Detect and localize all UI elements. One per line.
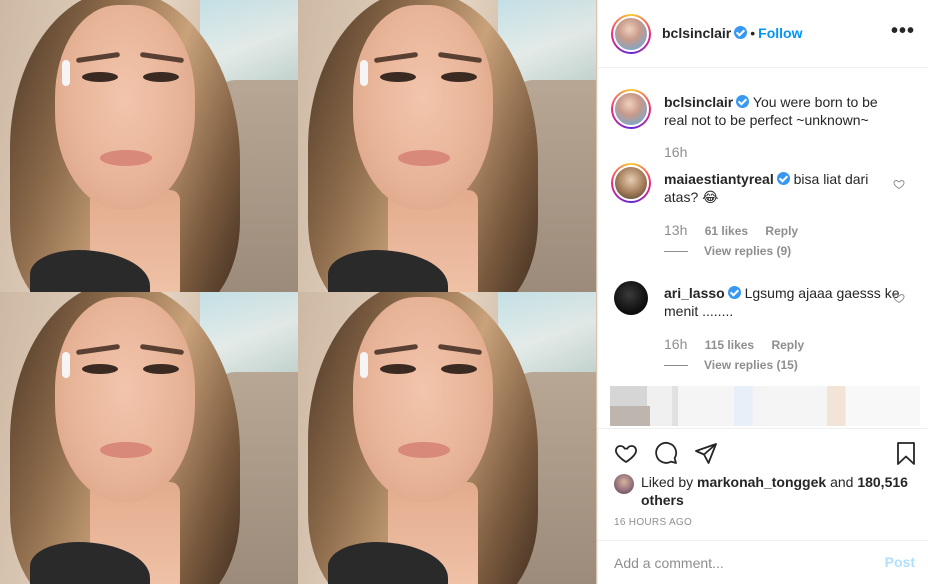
comment-username[interactable]: maiaestiantyreal (664, 171, 774, 187)
post-timestamp[interactable]: 16 HOURS AGO (614, 517, 692, 528)
more-icon[interactable]: ••• (891, 21, 915, 41)
reply-button[interactable]: Reply (765, 224, 798, 238)
post-header: bclsinclair • Follow ••• (598, 0, 928, 68)
comments-list[interactable]: bclsinclair You were born to be real not… (598, 69, 928, 427)
comment-avatar[interactable] (611, 163, 651, 203)
view-replies-label: View replies (9) (704, 244, 792, 258)
replies-divider (664, 365, 688, 367)
action-bar (598, 428, 928, 474)
liked-by-prefix: Liked by (641, 474, 694, 490)
bookmark-icon[interactable] (894, 441, 918, 465)
author-avatar[interactable] (611, 14, 651, 54)
verified-icon (776, 172, 790, 185)
liked-by-user[interactable]: markonah_tonggek (697, 474, 826, 490)
caption-author-avatar[interactable] (611, 89, 651, 129)
comment-username[interactable]: ari_lasso (664, 285, 725, 301)
reply-button[interactable]: Reply (771, 338, 804, 352)
post-side-panel: bclsinclair • Follow ••• bclsinclair You w… (597, 0, 928, 584)
verified-icon (734, 26, 748, 39)
verified-icon (736, 95, 750, 108)
likes-summary: Liked by markonah_tonggek and 180,516 ot… (641, 473, 911, 509)
comment-like-icon[interactable] (893, 178, 905, 190)
author-username[interactable]: bclsinclair (662, 25, 731, 41)
comment-time[interactable]: 16h (664, 336, 687, 352)
view-replies-button[interactable]: View replies (9) (664, 244, 791, 258)
comment-meta: 13h 61 likes Reply (664, 222, 812, 238)
pixelated-overlay (610, 386, 920, 426)
caption-author-username[interactable]: bclsinclair (664, 94, 733, 110)
liked-by-and: and (830, 474, 854, 490)
post-button[interactable]: Post (885, 554, 915, 570)
follow-button[interactable]: Follow (758, 25, 802, 41)
heart-icon[interactable] (614, 441, 638, 465)
add-comment-bar: Post (598, 540, 928, 584)
comment-time[interactable]: 13h (664, 222, 687, 238)
view-replies-button[interactable]: View replies (15) (664, 358, 798, 372)
list-item: ari_lasso Lgsumg ajaaa gaesss ke menit .… (664, 284, 904, 320)
photo-tile (298, 0, 596, 292)
photo-tile (0, 0, 298, 292)
comment-likes[interactable]: 61 likes (705, 224, 748, 238)
photo-tile (298, 292, 596, 584)
comment-likes[interactable]: 115 likes (705, 338, 754, 352)
caption-meta: 16h (664, 144, 701, 160)
post-photo[interactable] (0, 0, 597, 584)
separator-dot: • (750, 25, 756, 41)
comment-meta: 16h 115 likes Reply (664, 336, 818, 352)
view-replies-label: View replies (15) (704, 358, 798, 372)
replies-divider (664, 251, 688, 253)
share-icon[interactable] (694, 441, 718, 465)
verified-icon (727, 286, 741, 299)
comment-input[interactable] (614, 553, 864, 573)
caption: bclsinclair You were born to be real not… (664, 93, 904, 129)
list-item: maiaestiantyreal bisa liat dari atas? 😂 (664, 170, 904, 206)
comment-like-icon[interactable] (893, 292, 905, 304)
comment-avatar[interactable] (614, 281, 648, 315)
caption-time[interactable]: 16h (664, 144, 687, 160)
liked-by-avatar[interactable] (614, 474, 634, 494)
photo-tile (0, 292, 298, 584)
comment-icon[interactable] (654, 441, 678, 465)
